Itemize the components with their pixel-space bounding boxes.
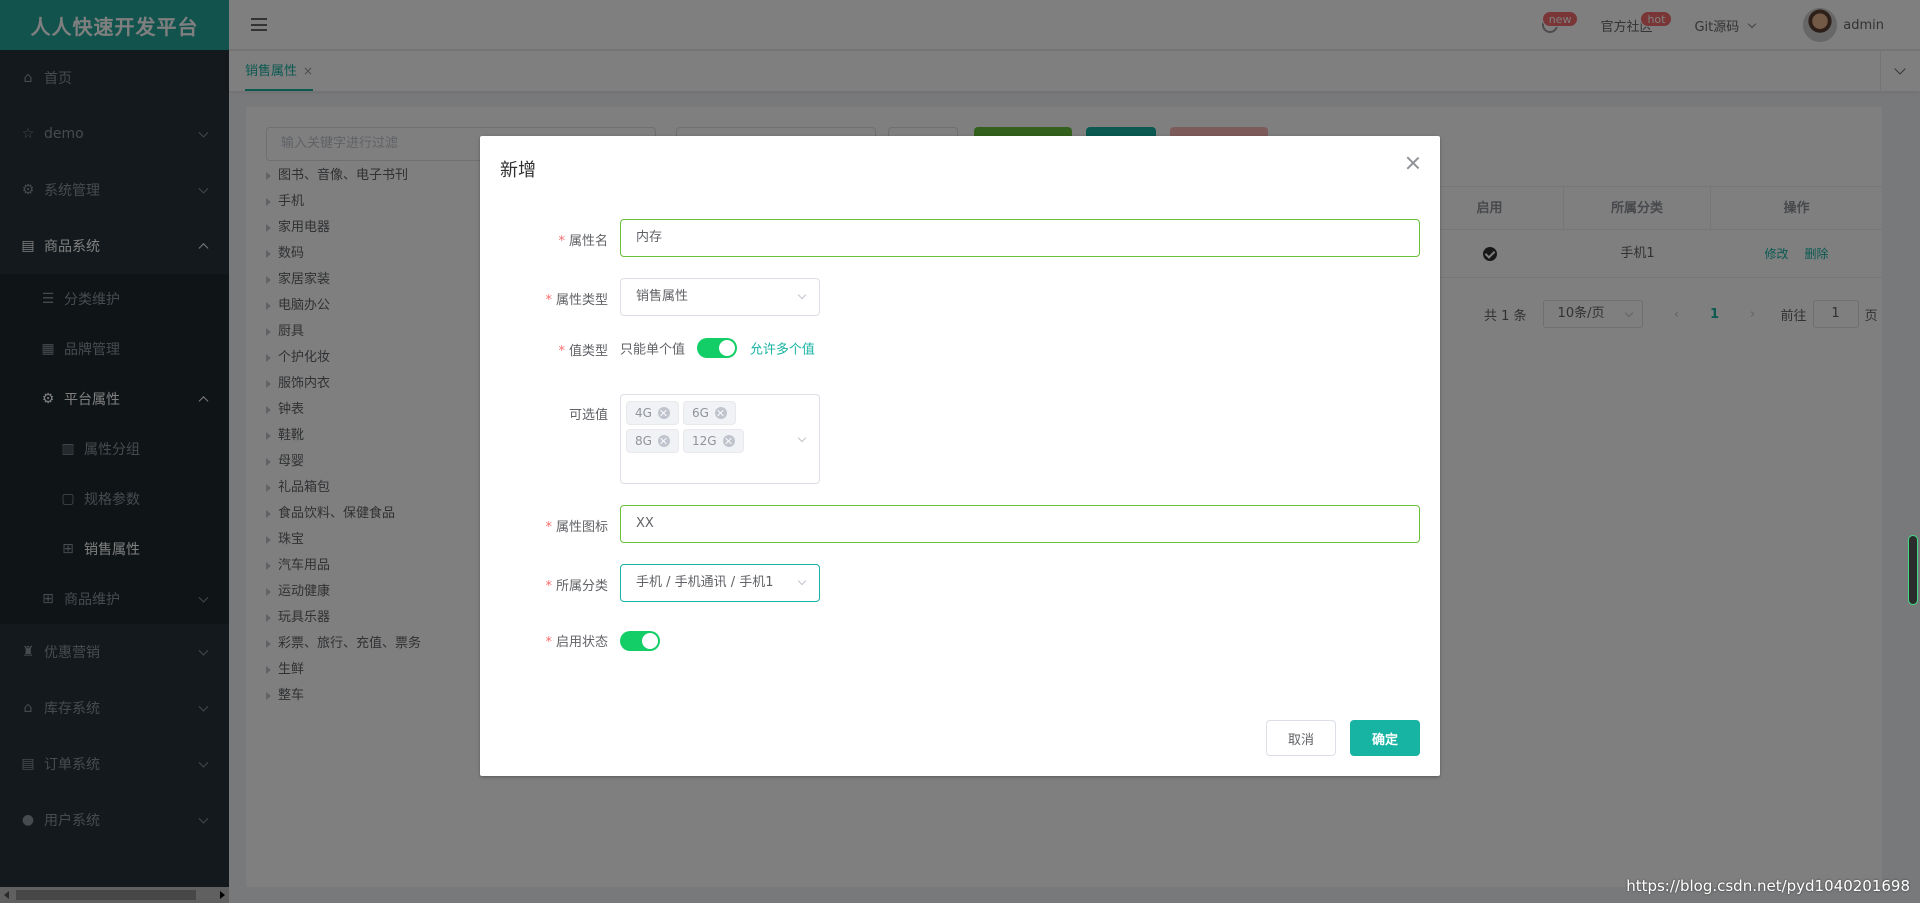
option-tag: 12G [682, 429, 744, 453]
status-label: * 启用状态 [545, 635, 608, 650]
close-icon[interactable] [722, 435, 735, 447]
attr-name-input[interactable]: 内存 [620, 219, 1420, 257]
confirm-button[interactable]: 确定 [1350, 720, 1420, 756]
chevron-down-icon [797, 433, 807, 443]
attr-icon-input[interactable]: XX [620, 505, 1420, 543]
close-icon[interactable] [1406, 156, 1420, 170]
attr-type-select[interactable]: 销售属性 [620, 278, 820, 316]
option-tag: 6G [682, 401, 736, 425]
category-label: * 所属分类 [545, 579, 608, 594]
single-value-label: 只能单个值 [620, 342, 686, 358]
close-icon[interactable] [657, 407, 670, 419]
status-switch[interactable] [620, 631, 660, 651]
watermark: https://blog.csdn.net/pyd1040201698 [1626, 877, 1910, 895]
dialog-title: 新增 [500, 160, 536, 181]
close-icon[interactable] [657, 435, 670, 447]
value-type-switch-group: 只能单个值 允许多个值 [620, 338, 815, 358]
option-tag: 4G [626, 401, 679, 425]
page-scrollbar[interactable] [1908, 535, 1918, 605]
multi-value-label: 允许多个值 [749, 342, 815, 358]
value-type-label: * 值类型 [558, 344, 608, 359]
option-tag: 8G [626, 429, 679, 453]
chevron-down-icon [797, 290, 807, 300]
name-label: * 属性名 [558, 234, 608, 249]
icon-label: * 属性图标 [545, 520, 608, 535]
chevron-down-icon [797, 576, 807, 586]
close-icon[interactable] [714, 407, 727, 419]
options-label: 可选值 [568, 408, 608, 423]
cancel-button[interactable]: 取消 [1266, 720, 1336, 756]
type-label: * 属性类型 [545, 293, 608, 308]
options-multiselect[interactable]: 4G 6G 8G 12G [620, 394, 820, 484]
add-dialog: 新增 * 属性名 内存 * 属性类型 销售属性 * 值类型 只能单个值 允许多个值 可… [480, 136, 1440, 776]
category-cascader[interactable]: 手机 / 手机通讯 / 手机1 [620, 564, 820, 602]
value-type-switch[interactable] [697, 338, 738, 358]
